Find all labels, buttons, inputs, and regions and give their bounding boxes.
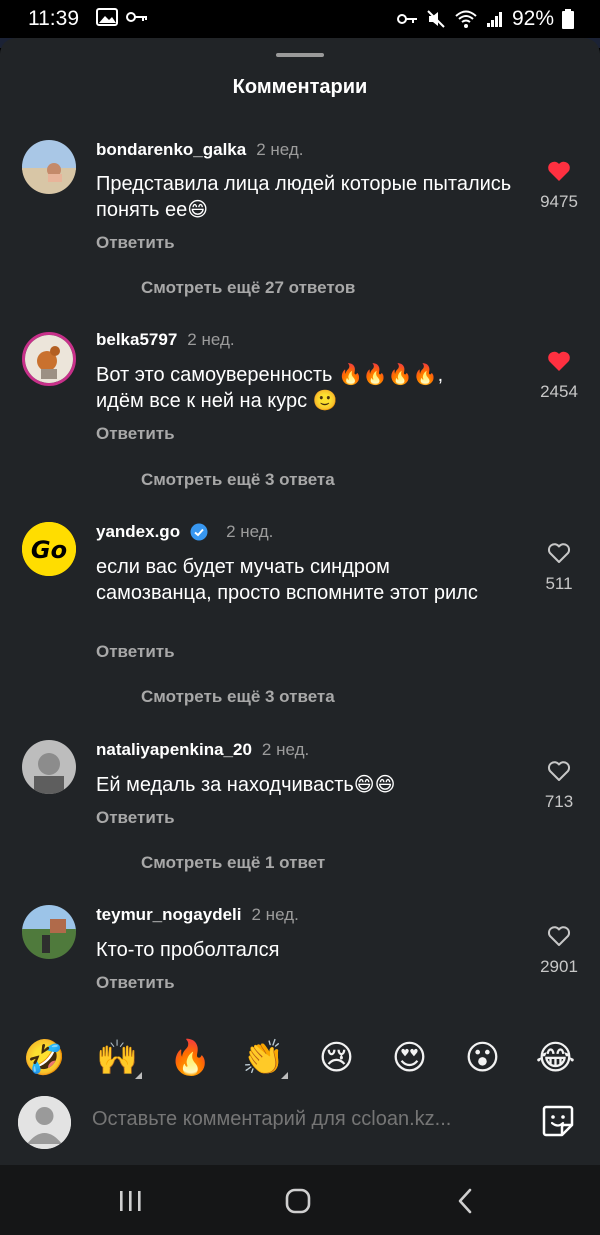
reply-button[interactable]: Ответить bbox=[96, 233, 175, 253]
emoji-heart-eyes-button[interactable]: 😍 bbox=[380, 1041, 440, 1075]
comment-username[interactable]: belka5797 bbox=[96, 330, 177, 350]
comment-username[interactable]: yandex.go bbox=[96, 522, 180, 542]
comment-text: если вас будет мучать синдром самозванца… bbox=[96, 556, 478, 604]
like-count: 511 bbox=[545, 574, 573, 593]
signal-icon bbox=[486, 12, 502, 27]
emoji-joy-button[interactable]: 😂 bbox=[526, 1041, 586, 1075]
emoji-rofl-button[interactable]: 🤣 bbox=[15, 1041, 75, 1075]
comment-input[interactable] bbox=[92, 1108, 512, 1131]
comments-sheet: Комментарии bondarenko_galka 2 нед. Пред… bbox=[0, 38, 600, 1165]
status-notification-icons bbox=[96, 8, 148, 26]
comment-text: Кто-то проболтался bbox=[96, 939, 280, 961]
heart-filled-icon bbox=[548, 161, 570, 181]
like-button[interactable]: 2454 bbox=[532, 350, 586, 402]
sheet-title: Комментарии bbox=[232, 76, 368, 98]
heart-outline-icon bbox=[547, 926, 571, 946]
key-icon bbox=[126, 12, 147, 22]
comment-header: bondarenko_galka 2 нед. bbox=[96, 140, 304, 160]
svg-text:Go: Go bbox=[31, 536, 67, 564]
heart-outline-icon bbox=[547, 761, 571, 781]
like-count: 713 bbox=[544, 792, 574, 811]
reply-button[interactable]: Ответить bbox=[96, 808, 175, 828]
emoji-clap-glyph: 👏 bbox=[242, 1039, 285, 1077]
avatar[interactable] bbox=[22, 905, 76, 959]
emoji-wow-button[interactable]: 😮 bbox=[453, 1041, 513, 1075]
like-button[interactable]: 713 bbox=[532, 760, 586, 812]
comment-time: 2 нед. bbox=[261, 740, 310, 759]
recent-apps-icon[interactable] bbox=[110, 1185, 150, 1217]
comment-text: Ей медаль за находчивасть😄😄 bbox=[96, 774, 396, 796]
comment-header: nataliyapenkina_20 2 нед. bbox=[96, 740, 309, 760]
like-button[interactable]: 2901 bbox=[532, 925, 586, 977]
avatar[interactable] bbox=[22, 740, 76, 794]
emoji-fire-button[interactable]: 🔥 bbox=[161, 1041, 221, 1075]
reply-button[interactable]: Ответить bbox=[96, 642, 175, 662]
mute-icon bbox=[427, 10, 445, 28]
verified-badge-icon bbox=[190, 523, 208, 541]
comment-time: 2 нед. bbox=[187, 330, 235, 349]
comment-header: teymur_nogaydeli 2 нед. bbox=[96, 905, 299, 925]
like-count: 9475 bbox=[540, 192, 578, 211]
user-avatar bbox=[18, 1096, 71, 1149]
comment-time: 2 нед. bbox=[226, 522, 274, 541]
heart-filled-icon bbox=[548, 351, 570, 371]
status-time: 11:39 bbox=[28, 7, 79, 30]
comment-text: Вот это самоуверенность 🔥🔥🔥🔥, идём все к… bbox=[96, 364, 444, 412]
comment-header: belka5797 2 нед. bbox=[96, 330, 235, 350]
like-button[interactable]: 511 bbox=[532, 542, 586, 594]
skin-tone-indicator-icon bbox=[280, 1072, 288, 1079]
view-more-replies[interactable]: Смотреть ещё 3 ответа bbox=[141, 687, 335, 707]
emoji-reaction-bar: 🤣 🙌 🔥 👏 😢 😍 😮 😂 bbox=[0, 1028, 600, 1088]
heart-outline-icon bbox=[547, 543, 571, 563]
system-navigation-bar bbox=[0, 1165, 600, 1235]
avatar[interactable]: Go bbox=[22, 522, 76, 576]
reply-button[interactable]: Ответить bbox=[96, 973, 175, 993]
battery-percent: 92% bbox=[511, 7, 554, 30]
status-bar: 11:39 92% bbox=[0, 0, 600, 38]
battery-icon bbox=[562, 9, 574, 29]
skin-tone-indicator-icon bbox=[134, 1072, 142, 1079]
view-more-replies[interactable]: Смотреть ещё 3 ответа bbox=[141, 470, 335, 490]
comment-input-row bbox=[0, 1090, 600, 1165]
emoji-raised-hands-button[interactable]: 🙌 bbox=[88, 1039, 148, 1079]
reply-button[interactable]: Ответить bbox=[96, 424, 175, 444]
comment-header: yandex.go 2 нед. bbox=[96, 522, 273, 542]
like-count: 2454 bbox=[540, 382, 578, 401]
view-more-replies[interactable]: Смотреть ещё 27 ответов bbox=[141, 278, 355, 298]
view-more-replies[interactable]: Смотреть ещё 1 ответ bbox=[141, 853, 325, 873]
wifi-icon bbox=[455, 10, 477, 28]
status-right-icons: 92% bbox=[396, 7, 574, 31]
emoji-raised-hands-glyph: 🙌 bbox=[96, 1039, 139, 1077]
like-button[interactable]: 9475 bbox=[532, 160, 586, 212]
emoji-cry-button[interactable]: 😢 bbox=[307, 1041, 367, 1075]
back-icon[interactable] bbox=[446, 1185, 486, 1217]
yandex-go-logo-icon: Go bbox=[22, 522, 76, 576]
gallery-icon bbox=[96, 8, 118, 26]
avatar[interactable] bbox=[22, 140, 76, 194]
comment-username[interactable]: nataliyapenkina_20 bbox=[96, 740, 252, 760]
comment-text: Представила лица людей которые пытались … bbox=[96, 173, 512, 221]
avatar[interactable] bbox=[22, 332, 76, 386]
comment-username[interactable]: bondarenko_galka bbox=[96, 140, 246, 160]
emoji-clap-button[interactable]: 👏 bbox=[234, 1039, 294, 1079]
drag-handle[interactable] bbox=[276, 53, 324, 57]
sticker-icon[interactable] bbox=[540, 1103, 576, 1139]
default-avatar-icon bbox=[18, 1096, 71, 1149]
home-icon[interactable] bbox=[278, 1185, 318, 1217]
comment-time: 2 нед. bbox=[256, 140, 304, 159]
like-count: 2901 bbox=[540, 957, 578, 976]
vpn-key-icon bbox=[396, 14, 417, 24]
comment-time: 2 нед. bbox=[251, 905, 299, 924]
comment-username[interactable]: teymur_nogaydeli bbox=[96, 905, 242, 925]
